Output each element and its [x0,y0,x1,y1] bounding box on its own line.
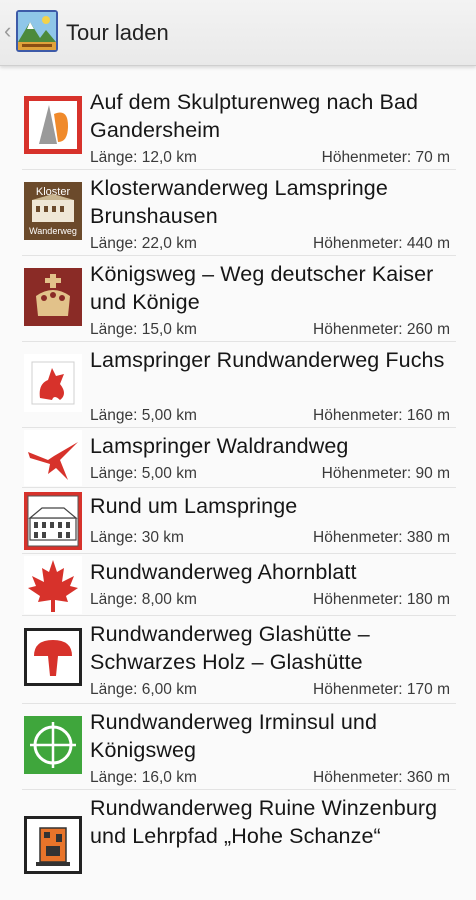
tour-length: Länge: 30 km [90,529,184,546]
tour-elevation: Höhenmeter: 360 m [313,769,450,786]
tour-length: Länge: 15,0 km [90,321,197,338]
kloster-wanderweg-icon: Kloster Wanderweg [24,182,82,240]
crown-icon [24,268,82,326]
tour-item-glashuette[interactable]: Rundwanderweg Glashütte – Schwarzes Holz… [22,616,456,704]
tour-length: Länge: 5,00 km [90,407,197,424]
tour-length: Länge: 16,0 km [90,769,197,786]
tour-title: Lamspringer Waldrandweg [90,434,349,458]
tour-length: Länge: 22,0 km [90,235,197,252]
tour-title: Königsweg – Weg deutscher Kaiser und Kön… [90,262,434,314]
tour-title: Lamspringer Rundwanderweg Fuchs [90,348,445,372]
tour-title: Rundwanderweg Glashütte – Schwarzes Holz… [90,622,370,674]
maple-leaf-icon [24,556,82,614]
app-logo-icon[interactable] [16,10,58,52]
bird-icon [24,430,82,486]
app-bar: ‹ Tour laden [0,0,476,66]
sculpture-icon [24,96,82,154]
tour-length: Länge: 6,00 km [90,681,197,698]
tour-elevation: Höhenmeter: 440 m [313,235,450,252]
tour-elevation: Höhenmeter: 160 m [313,407,450,424]
ruin-icon [24,816,82,874]
building-icon [24,492,82,550]
back-chevron-icon[interactable]: ‹ [4,20,14,42]
tour-title: Rundwanderweg Ahornblatt [90,560,357,584]
tour-title: Klosterwanderweg Lamspringe Brunshausen [90,176,388,228]
tour-item-fuchs[interactable]: Lamspringer Rundwanderweg Fuchs Länge: 5… [22,342,456,428]
fox-icon [24,354,82,412]
tour-item-ahornblatt[interactable]: Rundwanderweg Ahornblatt Länge: 8,00 km … [22,554,456,616]
tour-item-klosterwanderweg[interactable]: Kloster Wanderweg Klosterwanderweg Lamsp… [22,170,456,256]
tour-elevation: Höhenmeter: 180 m [313,591,450,608]
page-title: Tour laden [66,20,169,45]
tour-list: Auf dem Skulpturenweg nach Bad Gandershe… [22,84,456,890]
tour-item-winzenburg[interactable]: Rundwanderweg Ruine Winzenburg und Lehrp… [22,790,456,890]
tour-length: Länge: 5,00 km [90,465,197,482]
tour-item-koenigsweg[interactable]: Königsweg – Weg deutscher Kaiser und Kön… [22,256,456,342]
tour-title: Rundwanderweg Irminsul und Königsweg [90,710,378,762]
tour-elevation: Höhenmeter: 380 m [313,529,450,546]
tour-item-irminsul[interactable]: Rundwanderweg Irminsul und Königsweg Län… [22,704,456,790]
tour-elevation: Höhenmeter: 70 m [321,149,450,166]
wanderweg-label: Wanderweg [29,226,77,236]
tour-length: Länge: 12,0 km [90,149,197,166]
tour-title: Rund um Lamspringe [90,494,298,518]
tour-title: Rundwanderweg Ruine Winzenburg und Lehrp… [90,796,438,848]
irminsul-icon [24,716,82,774]
tour-length: Länge: 8,00 km [90,591,197,608]
tour-title: Auf dem Skulpturenweg nach Bad Gandershe… [90,90,419,142]
tour-item-rund-um-lamspringe[interactable]: Rund um Lamspringe Länge: 30 km Höhenmet… [22,488,456,554]
mushroom-icon [24,628,82,686]
tour-elevation: Höhenmeter: 170 m [313,681,450,698]
tour-elevation: Höhenmeter: 90 m [321,465,450,482]
tour-item-waldrandweg[interactable]: Lamspringer Waldrandweg Länge: 5,00 km H… [22,428,456,488]
tour-elevation: Höhenmeter: 260 m [313,321,450,338]
tour-item-skulpturenweg[interactable]: Auf dem Skulpturenweg nach Bad Gandershe… [22,84,456,170]
